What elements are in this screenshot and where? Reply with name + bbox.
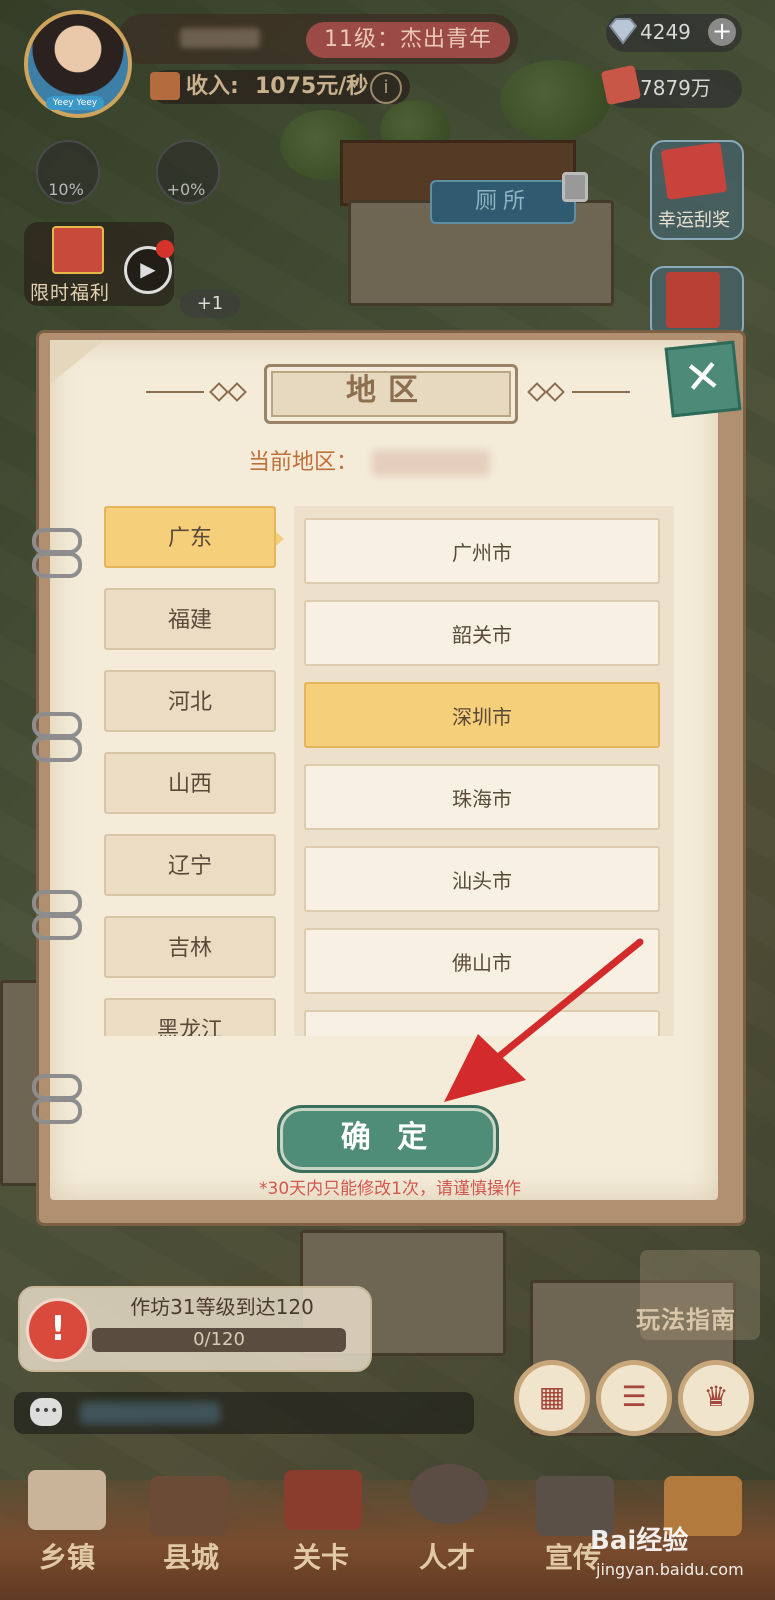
- limited-gift-label: 限时福利: [30, 282, 111, 304]
- confirm-button[interactable]: 确 定: [280, 1108, 496, 1170]
- tab-town[interactable]: 乡镇: [12, 1538, 122, 1578]
- province-item[interactable]: 山西: [104, 752, 276, 814]
- close-icon[interactable]: ✕: [664, 340, 742, 418]
- binder-ring: [32, 712, 82, 738]
- trophy-icon[interactable]: ♛: [678, 1360, 754, 1436]
- red-book-icon: [666, 272, 720, 328]
- city-item[interactable]: 韶关市: [304, 600, 660, 666]
- avatar-tag: Yeey Yeey: [46, 96, 104, 110]
- toilet-building-label[interactable]: 厕所: [430, 180, 576, 224]
- notification-dot: [156, 240, 174, 258]
- likes-boost-value: +0%: [166, 180, 206, 199]
- sewing-machine-icon: [284, 1470, 362, 1530]
- plus-one-badge: +1: [180, 290, 240, 318]
- lock-icon: [562, 172, 588, 202]
- baidu-watermark-url: jingyan.baidu.com: [596, 1560, 744, 1579]
- binder-ring: [32, 528, 82, 554]
- paper-corner-fold: [50, 340, 104, 384]
- game-guide-label: 玩法指南: [636, 1306, 736, 1334]
- city-item[interactable]: 深圳市: [304, 682, 660, 748]
- red-arrow-annotation: [444, 938, 644, 1102]
- city-item[interactable]: 广州市: [304, 518, 660, 584]
- calendar-icon[interactable]: ▦: [514, 1360, 590, 1436]
- cash-value: 7879万: [640, 76, 711, 100]
- player-level: 11级：杰出青年: [306, 22, 510, 58]
- province-item[interactable]: 辽宁: [104, 834, 276, 896]
- info-icon[interactable]: i: [370, 72, 402, 104]
- add-gems-button[interactable]: +: [708, 18, 736, 46]
- binder-ring: [32, 914, 82, 940]
- selection-pointer-icon: [276, 532, 284, 546]
- task-description: 作坊31等级到达120: [130, 1295, 314, 1319]
- binder-ring: [32, 890, 82, 916]
- task-progress-text: 0/120: [193, 1329, 245, 1350]
- current-region-redacted: [372, 450, 490, 476]
- province-item[interactable]: 吉林: [104, 916, 276, 978]
- change-limit-notice: *30天内只能修改1次，请谨慎操作: [259, 1179, 521, 1199]
- dialog-title: 地区: [346, 373, 430, 408]
- tab-county[interactable]: 县城: [136, 1538, 246, 1578]
- binder-ring: [32, 736, 82, 762]
- binder-ring: [32, 1098, 82, 1124]
- province-item[interactable]: 福建: [104, 588, 276, 650]
- income-boost-value: 10%: [48, 180, 84, 199]
- baidu-watermark: Bai经验: [590, 1526, 689, 1556]
- province-item[interactable]: 河北: [104, 670, 276, 732]
- tab-levels[interactable]: 关卡: [266, 1538, 376, 1578]
- money-stack-icon: [150, 72, 180, 100]
- town-icon: [28, 1470, 106, 1530]
- chat-message-redacted: [80, 1402, 220, 1424]
- gem-value: 4249: [640, 20, 691, 44]
- province-item[interactable]: 广东: [104, 506, 276, 568]
- diamond-icon: [608, 18, 638, 45]
- lucky-scratch-label: 幸运刮奖: [658, 210, 730, 231]
- alert-icon: !: [26, 1298, 90, 1362]
- scratch-card-icon: [660, 142, 728, 200]
- income-value: 1075元/秒: [255, 74, 369, 99]
- tv-icon: [150, 1476, 228, 1536]
- city-item[interactable]: 汕头市: [304, 846, 660, 912]
- person-icon: [410, 1464, 488, 1524]
- province-item[interactable]: 黑龙江: [104, 998, 276, 1036]
- title-divider-right: [572, 391, 630, 393]
- current-region-label: 当前地区：: [248, 450, 359, 475]
- cash-icon: [600, 64, 642, 106]
- income-label: 收入:: [186, 74, 239, 99]
- gift-box-icon: [52, 226, 104, 274]
- title-divider-left: [146, 391, 204, 393]
- binder-ring: [32, 552, 82, 578]
- binder-ring: [32, 1074, 82, 1100]
- player-name-redacted: [180, 28, 260, 48]
- tab-talent[interactable]: 人才: [392, 1538, 502, 1578]
- city-item[interactable]: 珠海市: [304, 764, 660, 830]
- chat-bubble-icon[interactable]: •••: [30, 1398, 62, 1426]
- list-icon[interactable]: ☰: [596, 1360, 672, 1436]
